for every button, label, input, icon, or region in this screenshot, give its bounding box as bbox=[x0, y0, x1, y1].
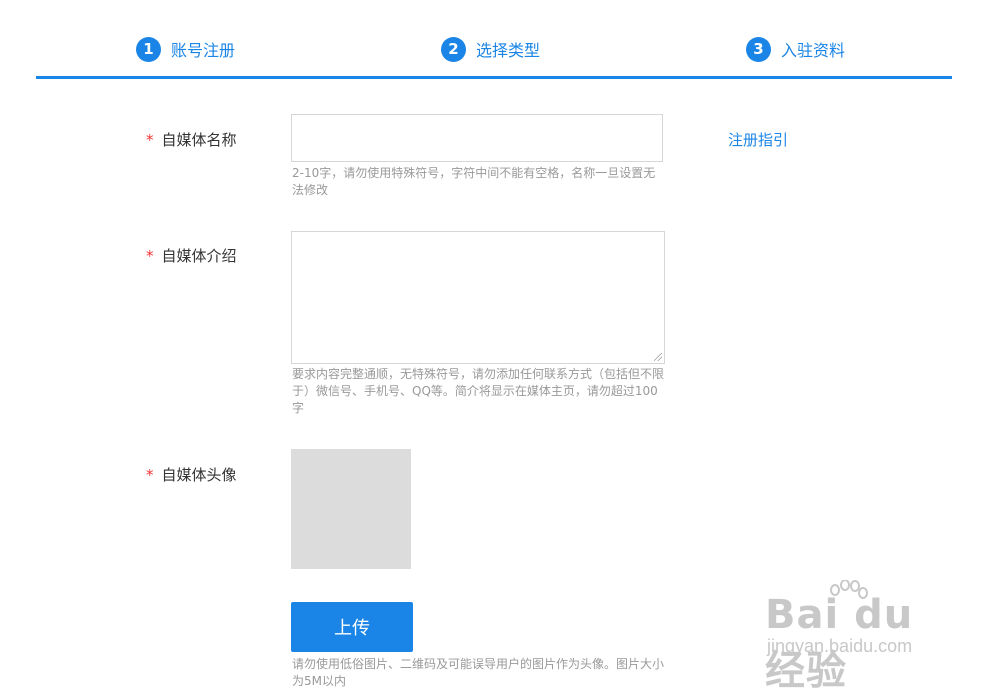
step-select-type[interactable]: 2 选择类型 bbox=[441, 36, 540, 62]
step-number: 1 bbox=[136, 36, 161, 62]
step-profile-info[interactable]: 3 入驻资料 bbox=[746, 36, 845, 62]
registration-guide-link[interactable]: 注册指引 bbox=[728, 129, 788, 150]
step-number: 2 bbox=[441, 36, 466, 62]
media-intro-textarea[interactable] bbox=[291, 231, 665, 364]
step-label: 入驻资料 bbox=[781, 41, 846, 60]
step-progress-bar bbox=[36, 76, 952, 79]
media-avatar-label: * 自媒体头像 bbox=[146, 466, 237, 484]
media-name-hint: 2-10字，请勿使用特殊符号，字符中间不能有空格，名称一旦设置无法修改 bbox=[292, 166, 656, 197]
media-name-input[interactable] bbox=[291, 114, 663, 162]
media-name-label: * 自媒体名称 bbox=[146, 131, 237, 149]
media-intro-hint: 要求内容完整通顺，无特殊符号，请勿添加任何联系方式（包括但不限于）微信号、手机号… bbox=[292, 367, 665, 415]
media-avatar-hint: 请勿使用低俗图片、二维码及可能误导用户的图片作为头像。图片大小为5M以内 bbox=[292, 657, 665, 688]
upload-button[interactable]: 上传 bbox=[291, 602, 413, 652]
required-mark: * bbox=[146, 247, 154, 265]
media-intro-label: * 自媒体介绍 bbox=[146, 247, 237, 265]
step-label: 选择类型 bbox=[476, 41, 541, 60]
watermark-url: jingyan.baidu.com bbox=[767, 636, 913, 656]
required-mark: * bbox=[146, 131, 154, 149]
step-number: 3 bbox=[746, 36, 771, 62]
step-label: 账号注册 bbox=[171, 41, 236, 60]
avatar-preview bbox=[291, 449, 411, 569]
required-mark: * bbox=[146, 466, 154, 484]
resize-handle-icon[interactable] bbox=[654, 353, 662, 361]
step-account-register[interactable]: 1 账号注册 bbox=[136, 36, 235, 62]
baidu-jingyan-watermark: Bai du 经验 jingyan.baidu.com bbox=[765, 580, 950, 694]
registration-steps: 1 账号注册 2 选择类型 3 入驻资料 bbox=[36, 0, 952, 82]
